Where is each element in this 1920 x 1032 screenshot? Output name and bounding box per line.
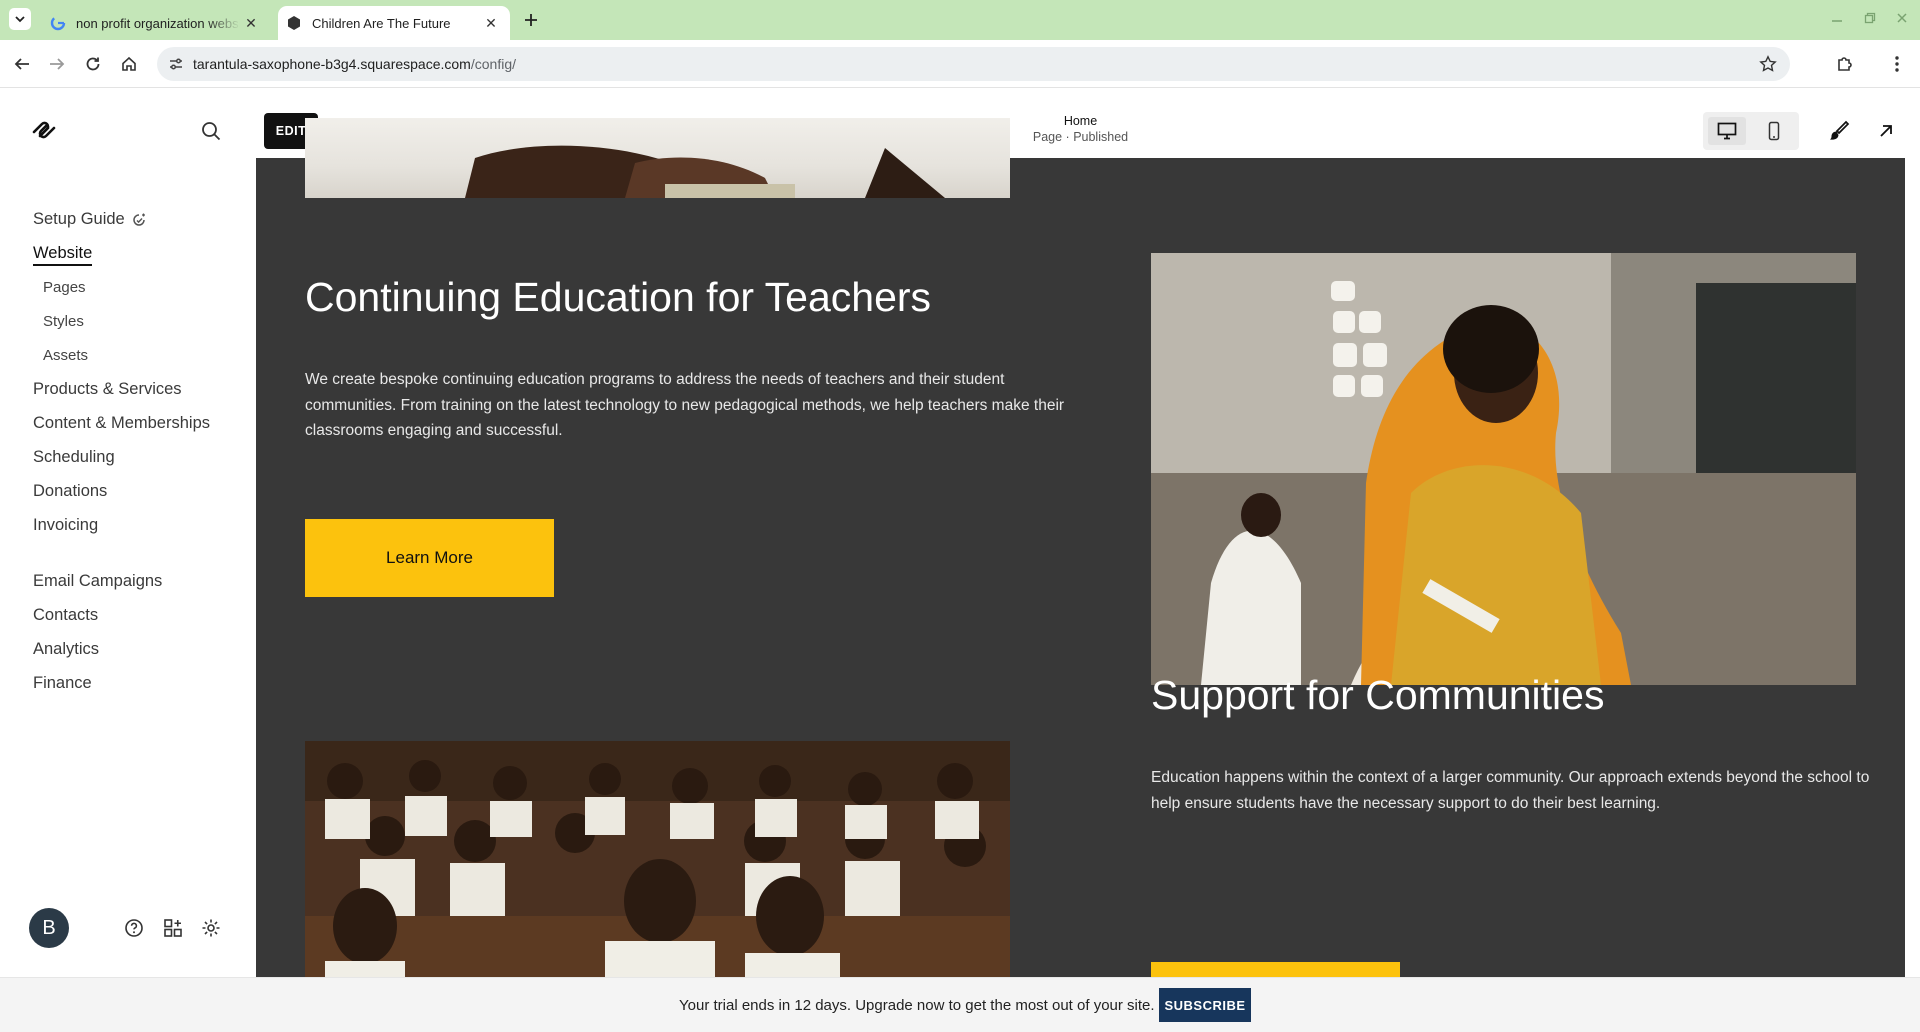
new-tab-button[interactable] xyxy=(520,9,542,31)
squarespace-logo-icon[interactable] xyxy=(30,118,58,142)
sidebar-item-website[interactable]: Website xyxy=(33,244,93,266)
forward-button[interactable] xyxy=(45,52,69,76)
trial-message: Your trial ends in 12 days. Upgrade now … xyxy=(679,997,1155,1014)
puzzle-icon xyxy=(1838,57,1852,71)
tab-title: non profit organization website xyxy=(76,15,240,31)
browser-tab-search[interactable]: non profit organization website ✕ xyxy=(40,6,270,40)
learn-more-button[interactable]: Learn More xyxy=(305,519,554,597)
tab-title: Children Are The Future xyxy=(312,15,451,31)
progress-spark-icon xyxy=(133,213,145,226)
sidebar-item-pages[interactable]: Pages xyxy=(43,279,86,296)
minimize-icon xyxy=(1832,20,1842,22)
device-view-toggle xyxy=(1703,112,1799,150)
teacher-reading-photo[interactable] xyxy=(1151,253,1856,685)
mobile-view-button[interactable] xyxy=(1755,117,1793,145)
maximize-button[interactable] xyxy=(1858,8,1882,28)
sidebar-item-donations[interactable]: Donations xyxy=(33,482,107,501)
sidebar-item-setup-guide[interactable]: Setup Guide xyxy=(33,210,147,229)
close-window-button[interactable] xyxy=(1890,8,1914,28)
sidebar-item-content-memberships[interactable]: Content & Memberships xyxy=(33,414,210,433)
browser-menu-button[interactable] xyxy=(1885,52,1909,76)
mobile-icon xyxy=(1768,121,1780,141)
gear-icon[interactable] xyxy=(201,918,221,938)
close-icon xyxy=(1897,13,1907,23)
extensions-button[interactable] xyxy=(1833,52,1857,76)
google-g-icon xyxy=(50,15,66,31)
sidebar-footer: B xyxy=(0,906,256,948)
arrow-left-icon xyxy=(14,58,29,70)
back-button[interactable] xyxy=(10,52,34,76)
sidebar-item-scheduling[interactable]: Scheduling xyxy=(33,448,115,467)
section-body-communities: Education happens within the context of … xyxy=(1151,769,1870,812)
close-icon[interactable]: ✕ xyxy=(240,12,262,34)
squarespace-icon xyxy=(286,15,302,31)
section-title-communities: Support for Communities xyxy=(1151,672,1605,718)
address-url: tarantula-saxophone-b3g4.squarespace.com… xyxy=(193,56,516,72)
close-icon[interactable]: ✕ xyxy=(480,12,502,34)
section-title-teachers: Continuing Education for Teachers xyxy=(305,274,932,320)
site-styles-brush-icon[interactable] xyxy=(1827,119,1851,143)
chevron-down-icon xyxy=(15,16,25,23)
plus-icon xyxy=(525,14,537,26)
more-vertical-icon xyxy=(1895,56,1899,72)
sidebar-item-label: Setup Guide xyxy=(33,210,125,228)
url-host: tarantula-saxophone-b3g4.squarespace.com xyxy=(193,56,471,72)
home-icon xyxy=(122,56,136,71)
help-icon[interactable] xyxy=(124,918,144,938)
reload-button[interactable] xyxy=(81,52,105,76)
restore-icon xyxy=(1864,12,1876,24)
communities-cta-button[interactable] xyxy=(1151,962,1400,977)
arrow-right-icon xyxy=(50,58,65,70)
browser-tab-bar: non profit organization website ✕ Childr… xyxy=(0,0,1920,40)
search-icon[interactable] xyxy=(200,120,222,142)
desktop-view-button[interactable] xyxy=(1708,117,1746,145)
sidebar-item-finance[interactable]: Finance xyxy=(33,674,92,693)
site-editor: EDIT Home Page · Published Continuing Ed… xyxy=(256,103,1905,977)
desktop-icon xyxy=(1717,122,1737,140)
students-classroom-photo[interactable] xyxy=(305,741,1010,977)
browser-tab-site[interactable]: Children Are The Future ✕ xyxy=(278,6,510,40)
reload-icon xyxy=(86,57,100,71)
apps-grid-icon[interactable] xyxy=(163,918,183,938)
open-live-site-icon[interactable] xyxy=(1874,119,1898,143)
sidebar-item-email-campaigns[interactable]: Email Campaigns xyxy=(33,572,162,591)
site-info-icon[interactable] xyxy=(167,55,185,73)
minimize-button[interactable] xyxy=(1825,8,1849,28)
address-bar[interactable]: tarantula-saxophone-b3g4.squarespace.com… xyxy=(157,47,1790,81)
sidebar-item-styles[interactable]: Styles xyxy=(43,313,84,330)
home-button[interactable] xyxy=(117,52,141,76)
sidebar-item-invoicing[interactable]: Invoicing xyxy=(33,516,98,535)
sidebar-item-contacts[interactable]: Contacts xyxy=(33,606,98,625)
sidebar-item-products-services[interactable]: Products & Services xyxy=(33,380,182,399)
page-canvas: Continuing Education for Teachers We cre… xyxy=(256,118,1905,977)
avatar[interactable]: B xyxy=(29,908,69,948)
section-body-teachers: We create bespoke continuing education p… xyxy=(305,371,1065,439)
trial-banner: Your trial ends in 12 days. Upgrade now … xyxy=(0,977,1920,1032)
sidebar-item-assets[interactable]: Assets xyxy=(43,347,88,364)
tab-search-button[interactable] xyxy=(9,8,31,30)
bookmark-star-icon[interactable] xyxy=(1758,54,1778,74)
url-path: /config/ xyxy=(470,56,516,72)
sidebar-item-analytics[interactable]: Analytics xyxy=(33,640,99,659)
squarespace-sidebar: Setup Guide Website Pages Styles Assets … xyxy=(0,88,256,977)
classroom-photo-top[interactable] xyxy=(305,118,1010,198)
subscribe-button[interactable]: SUBSCRIBE xyxy=(1159,988,1251,1022)
